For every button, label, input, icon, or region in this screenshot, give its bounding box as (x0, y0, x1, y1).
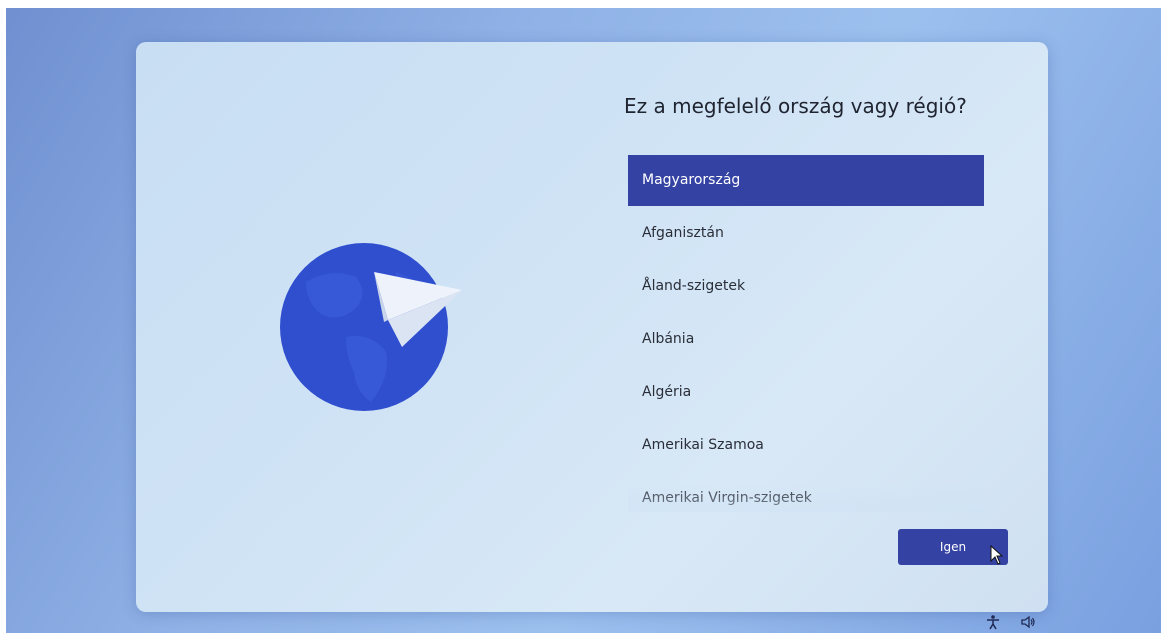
globe-illustration (276, 242, 476, 422)
country-region-list[interactable]: Magyarország Afganisztán Åland-szigetek … (628, 155, 984, 510)
country-item-algeria[interactable]: Algéria (628, 367, 984, 418)
page-title: Ez a megfelelő ország vagy régió? (624, 94, 967, 118)
photo-border-top (0, 0, 1161, 8)
mouse-cursor-icon (990, 544, 1004, 565)
country-item-albania[interactable]: Albánia (628, 314, 984, 365)
country-item-hungary[interactable]: Magyarország (628, 155, 984, 206)
setup-dialog: Ez a megfelelő ország vagy régió? Magyar… (136, 42, 1048, 612)
country-item-american-samoa[interactable]: Amerikai Szamoa (628, 420, 984, 471)
photo-border-left (0, 0, 6, 633)
country-item-afghanistan[interactable]: Afganisztán (628, 208, 984, 259)
accessibility-icon[interactable] (985, 614, 1001, 630)
volume-icon[interactable] (1020, 614, 1036, 630)
country-item-us-virgin-islands[interactable]: Amerikai Virgin-szigetek (628, 473, 984, 510)
country-item-aland-islands[interactable]: Åland-szigetek (628, 261, 984, 312)
globe-paper-plane-icon (280, 243, 462, 411)
